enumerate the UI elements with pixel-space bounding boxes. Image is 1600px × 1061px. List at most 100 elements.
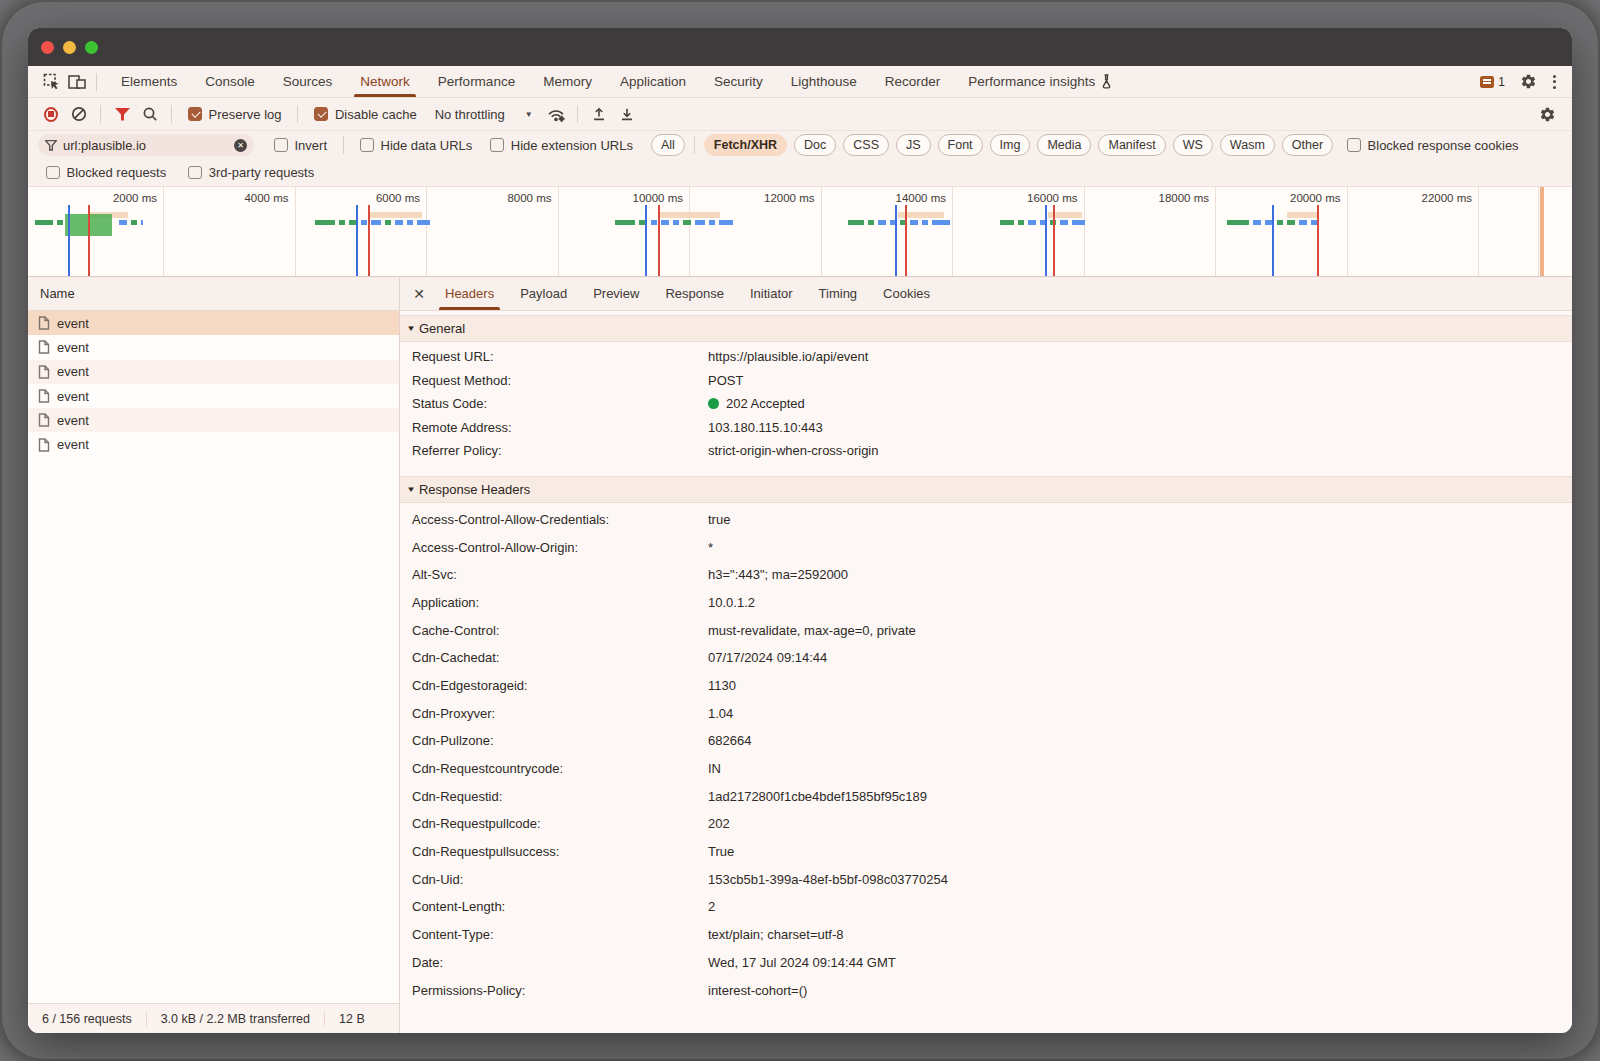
close-detail-icon[interactable]: ✕ [406, 277, 432, 310]
header-value-text: 2 [708, 899, 715, 914]
close-window-button[interactable] [41, 41, 54, 54]
export-har-icon[interactable] [614, 102, 640, 126]
tab-performance-insights[interactable]: Performance insights [954, 66, 1127, 97]
filter-type-font[interactable]: Font [938, 134, 983, 156]
request-row[interactable]: event [28, 384, 399, 408]
waterfall-request-bar [1072, 220, 1085, 225]
issues-counter[interactable]: 1 [1480, 75, 1505, 89]
tab-network[interactable]: Network [346, 66, 424, 97]
third-party-requests-checkbox[interactable]: 3rd-party requests [188, 165, 314, 180]
record-network-log-button[interactable] [38, 102, 64, 126]
request-detail-tabs: ✕HeadersPayloadPreviewResponseInitiatorT… [400, 277, 1572, 311]
tab-performance[interactable]: Performance [424, 66, 529, 97]
timeline-gridline [1347, 187, 1348, 276]
waterfall-request-bar [615, 220, 635, 225]
request-row[interactable]: event [28, 335, 399, 359]
inspect-element-icon[interactable] [38, 69, 64, 95]
request-row[interactable]: event [28, 432, 399, 456]
throttling-select[interactable]: No throttling ▼ [435, 107, 533, 122]
filter-type-fetch-xhr[interactable]: Fetch/XHR [704, 134, 787, 156]
detail-tab-payload[interactable]: Payload [510, 277, 577, 310]
minimize-window-button[interactable] [63, 41, 76, 54]
window-titlebar [28, 28, 1572, 66]
detail-tab-cookies[interactable]: Cookies [873, 277, 940, 310]
detail-tab-response[interactable]: Response [655, 277, 734, 310]
header-value: 1130 [708, 678, 736, 693]
blocked-response-cookies-checkbox[interactable]: Blocked response cookies [1347, 138, 1519, 153]
general-section-header[interactable]: ▼ General [400, 315, 1572, 342]
tab-lighthouse[interactable]: Lighthouse [777, 66, 871, 97]
tab-sources[interactable]: Sources [269, 66, 347, 97]
status-bar-item: 3.0 kB / 2.2 MB transferred [147, 1012, 324, 1026]
request-row[interactable]: event [28, 311, 399, 335]
hide-data-urls-checkbox[interactable]: Hide data URLs [360, 138, 472, 153]
header-row: Cdn-Proxyver:1.04 [400, 699, 1572, 727]
header-row: Cdn-Requestid:1ad2172800f1cbe4bdef1585bf… [400, 782, 1572, 810]
fullscreen-window-button[interactable] [85, 41, 98, 54]
detail-tab-preview[interactable]: Preview [583, 277, 649, 310]
response-headers-section-header[interactable]: ▼ Response Headers [400, 476, 1572, 503]
filter-type-ws[interactable]: WS [1173, 134, 1213, 156]
detail-tab-headers[interactable]: Headers [435, 277, 504, 310]
requests-panel: Name eventeventeventeventeventevent 6 / … [28, 277, 400, 1033]
more-menu-icon[interactable] [1551, 73, 1558, 91]
header-key: Remote Address: [412, 420, 708, 435]
tab-elements[interactable]: Elements [107, 66, 191, 97]
waterfall-request-bar [922, 220, 928, 225]
header-row: Date:Wed, 17 Jul 2024 09:14:44 GMT [400, 949, 1572, 977]
hide-extension-urls-checkbox[interactable]: Hide extension URLs [490, 138, 633, 153]
header-row: Cdn-Edgestorageid:1130 [400, 672, 1572, 700]
divider [100, 105, 101, 123]
tab-label: Performance insights [968, 74, 1095, 89]
network-settings-gear-icon[interactable] [1534, 101, 1560, 127]
timeline-label: 18000 ms [1119, 192, 1209, 204]
network-filter-input[interactable]: url:plausible.io ✕ [38, 134, 254, 156]
disable-cache-checkbox[interactable]: Disable cache [314, 107, 416, 122]
filter-type-all[interactable]: All [651, 134, 685, 156]
clear-network-log-button[interactable] [66, 102, 92, 126]
tab-memory[interactable]: Memory [529, 66, 606, 97]
header-key: Cdn-Requestpullcode: [412, 816, 708, 831]
detail-tab-initiator[interactable]: Initiator [740, 277, 803, 310]
dom-content-loaded-marker [645, 205, 647, 276]
waterfall-request-bar [709, 220, 715, 225]
tab-application[interactable]: Application [606, 66, 700, 97]
filter-type-js[interactable]: JS [896, 134, 931, 156]
invert-checkbox[interactable]: Invert [274, 138, 327, 153]
throttling-value: No throttling [435, 107, 505, 122]
waterfall-request-bar [35, 220, 53, 225]
document-icon [38, 340, 50, 354]
timeline-gridline [295, 187, 296, 276]
filter-type-wasm[interactable]: Wasm [1220, 134, 1275, 156]
device-toolbar-icon[interactable] [64, 69, 90, 95]
search-icon[interactable] [137, 102, 163, 126]
detail-tab-timing[interactable]: Timing [809, 277, 868, 310]
blocked-requests-checkbox[interactable]: Blocked requests [46, 165, 166, 180]
clear-filter-icon[interactable]: ✕ [234, 139, 247, 152]
settings-gear-icon[interactable] [1515, 69, 1541, 95]
tab-security[interactable]: Security [700, 66, 777, 97]
filter-funnel-icon [45, 140, 57, 151]
filter-type-doc[interactable]: Doc [794, 134, 836, 156]
filter-type-css[interactable]: CSS [843, 134, 889, 156]
waterfall-request-bar [1227, 220, 1249, 225]
header-row: Cdn-Requestpullcode:202 [400, 810, 1572, 838]
tab-recorder[interactable]: Recorder [871, 66, 955, 97]
header-value-text: interest-cohort=() [708, 983, 807, 998]
network-overview-timeline[interactable]: 2000 ms4000 ms6000 ms8000 ms10000 ms1200… [28, 186, 1572, 277]
filter-type-img[interactable]: Img [990, 134, 1031, 156]
import-har-icon[interactable] [586, 102, 612, 126]
preserve-log-label: Preserve log [209, 107, 282, 122]
preserve-log-checkbox[interactable]: Preserve log [188, 107, 281, 122]
filter-type-manifest[interactable]: Manifest [1098, 134, 1165, 156]
tab-console[interactable]: Console [191, 66, 269, 97]
filter-type-media[interactable]: Media [1037, 134, 1091, 156]
request-row[interactable]: event [28, 408, 399, 432]
filter-type-other[interactable]: Other [1282, 134, 1333, 156]
name-column-header[interactable]: Name [28, 277, 399, 311]
network-conditions-icon[interactable] [543, 102, 569, 126]
timeline-label: 4000 ms [199, 192, 289, 204]
filter-icon[interactable] [109, 102, 135, 126]
header-key: Permissions-Policy: [412, 983, 708, 998]
request-row[interactable]: event [28, 360, 399, 384]
